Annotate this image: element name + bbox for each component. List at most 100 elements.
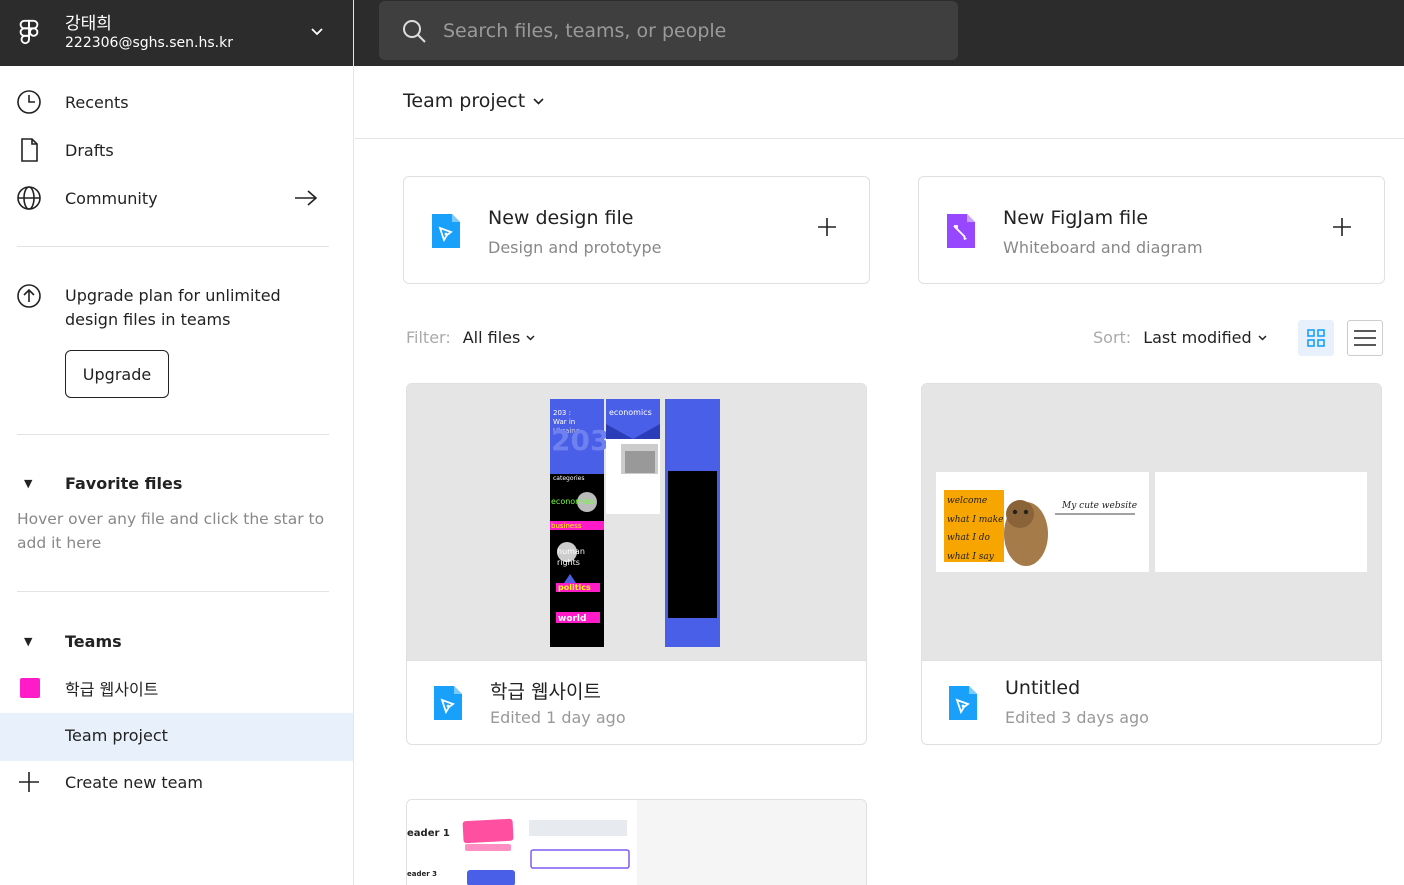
team-name: 학급 웹사이트 bbox=[65, 680, 159, 699]
top-bar bbox=[354, 0, 1404, 66]
thumb-text: world bbox=[558, 614, 586, 624]
globe-icon bbox=[17, 186, 41, 210]
account-email: 222306@sghs.sen.hs.kr bbox=[65, 35, 233, 51]
document-icon bbox=[21, 138, 38, 162]
thumb-text: what I do bbox=[947, 533, 991, 543]
sidebar: 강태희 222306@sghs.sen.hs.kr Recents Drafts bbox=[0, 0, 354, 885]
chevron-down-icon bbox=[311, 28, 323, 36]
search-icon bbox=[403, 20, 426, 43]
upgrade-button[interactable]: Upgrade bbox=[65, 350, 169, 398]
teams-title: Teams bbox=[65, 631, 122, 651]
figma-file-browser: 강태희 222306@sghs.sen.hs.kr Recents Drafts bbox=[0, 0, 1404, 885]
favorites-title: Favorite files bbox=[65, 473, 183, 493]
file-meta: Edited 3 days ago bbox=[1005, 708, 1149, 727]
sidebar-item-drafts[interactable]: Drafts bbox=[0, 128, 354, 172]
account-info: 강태희 222306@sghs.sen.hs.kr bbox=[65, 14, 233, 52]
thumb-text: business bbox=[551, 522, 582, 530]
chevron-down-icon bbox=[1258, 334, 1267, 341]
sort-label: Sort: bbox=[1093, 328, 1132, 347]
create-team-button[interactable]: Create new team bbox=[0, 760, 354, 804]
figma-logo-icon bbox=[19, 19, 39, 45]
new-design-file-card[interactable]: New design file Design and prototype bbox=[403, 176, 870, 284]
search-bar[interactable] bbox=[379, 1, 958, 60]
filter-value: All files bbox=[462, 328, 521, 347]
sidebar-divider bbox=[17, 246, 329, 247]
thumb-text: economics bbox=[609, 408, 652, 417]
thumb-text: economics bbox=[551, 497, 594, 506]
search-input[interactable] bbox=[443, 13, 943, 49]
caret-down-icon: ▼ bbox=[24, 634, 33, 648]
thumb-text: human bbox=[557, 547, 585, 556]
thumb-text: 203 bbox=[551, 424, 609, 457]
project-title-dropdown[interactable]: Team project bbox=[403, 90, 544, 112]
filter-dropdown[interactable]: All files bbox=[463, 328, 536, 347]
sidebar-item-team-project[interactable]: Team project bbox=[0, 713, 353, 761]
caret-down-icon: ▼ bbox=[24, 476, 33, 490]
favorites-section-toggle[interactable]: ▼ Favorite files bbox=[0, 468, 354, 498]
clock-icon bbox=[17, 90, 41, 114]
plus-icon bbox=[818, 218, 836, 236]
thumb-text: politics bbox=[558, 583, 591, 592]
thumb-text: categories bbox=[553, 475, 584, 482]
thumb-text: eader 3 bbox=[407, 870, 437, 878]
thumbnail-preview: eader 1 eader 3 bbox=[407, 800, 866, 885]
sidebar-item-label: Community bbox=[65, 188, 158, 208]
file-card[interactable]: eader 1 eader 3 bbox=[406, 799, 867, 885]
account-switcher[interactable]: 강태희 222306@sghs.sen.hs.kr bbox=[0, 0, 353, 66]
thumb-text: rights bbox=[557, 558, 580, 567]
upgrade-arrow-icon bbox=[17, 284, 41, 308]
new-file-subtitle: Design and prototype bbox=[488, 238, 662, 257]
design-file-icon bbox=[949, 686, 977, 720]
grid-icon bbox=[1307, 329, 1325, 347]
file-thumbnail: welcome what I make what I do what I say… bbox=[922, 384, 1381, 661]
thumb-text: eader 1 bbox=[407, 828, 450, 839]
new-figjam-file-card[interactable]: New FigJam file Whiteboard and diagram bbox=[918, 176, 1385, 284]
arrow-right-icon bbox=[295, 190, 318, 206]
filter-control: Filter: All files bbox=[406, 328, 535, 347]
plus-icon bbox=[19, 772, 39, 792]
sidebar-item-team[interactable]: 학급 웹사이트 bbox=[0, 666, 354, 710]
chevron-down-icon bbox=[533, 97, 544, 105]
sort-value: Last modified bbox=[1143, 328, 1252, 347]
chevron-down-icon bbox=[526, 334, 535, 341]
favorites-hint: Hover over any file and click the star t… bbox=[17, 510, 325, 552]
file-card[interactable]: welcome what I make what I do what I say… bbox=[921, 383, 1382, 745]
list-icon bbox=[1354, 330, 1376, 346]
file-meta: Edited 1 day ago bbox=[490, 708, 626, 727]
file-name: Untitled bbox=[1005, 677, 1081, 699]
thumb-text: 203 : bbox=[553, 409, 571, 417]
create-team-label: Create new team bbox=[65, 772, 203, 792]
thumb-text: what I make bbox=[947, 515, 1003, 525]
thumbnail-preview: 203 : War in Ukraine 203 categories econ… bbox=[550, 399, 720, 647]
upgrade-message: Upgrade plan for unlimited design files … bbox=[65, 286, 281, 329]
sidebar-divider bbox=[17, 434, 329, 435]
thumb-text: My cute website bbox=[1061, 501, 1137, 511]
file-card[interactable]: 203 : War in Ukraine 203 categories econ… bbox=[406, 383, 867, 745]
sort-dropdown[interactable]: Last modified bbox=[1143, 328, 1267, 347]
plus-icon bbox=[1333, 218, 1351, 236]
teams-section-toggle[interactable]: ▼ Teams bbox=[0, 626, 354, 656]
thumbnail-preview: welcome what I make what I do what I say… bbox=[936, 472, 1367, 572]
design-file-icon bbox=[434, 686, 462, 720]
main-header: Team project bbox=[355, 66, 1404, 139]
design-file-icon bbox=[432, 214, 460, 248]
thumb-text: what I say bbox=[947, 552, 995, 562]
team-color-swatch bbox=[20, 678, 40, 698]
thumb-text: welcome bbox=[947, 496, 987, 506]
sidebar-item-community[interactable]: Community bbox=[0, 176, 354, 220]
page-title: Team project bbox=[403, 90, 526, 112]
sort-control: Sort: Last modified bbox=[1093, 328, 1267, 347]
new-file-subtitle: Whiteboard and diagram bbox=[1003, 238, 1203, 257]
filter-label: Filter: bbox=[406, 328, 451, 347]
sidebar-divider bbox=[17, 591, 329, 592]
account-name: 강태희 bbox=[65, 14, 112, 34]
file-thumbnail: 203 : War in Ukraine 203 categories econ… bbox=[407, 384, 866, 661]
figjam-file-icon bbox=[947, 214, 975, 248]
file-name: 학급 웹사이트 bbox=[490, 681, 601, 703]
list-view-button[interactable] bbox=[1347, 320, 1383, 356]
grid-view-button[interactable] bbox=[1298, 320, 1334, 356]
sidebar-item-label: Drafts bbox=[65, 140, 114, 160]
project-name: Team project bbox=[65, 726, 168, 745]
sidebar-item-recents[interactable]: Recents bbox=[0, 80, 354, 124]
sidebar-item-label: Recents bbox=[65, 92, 129, 112]
